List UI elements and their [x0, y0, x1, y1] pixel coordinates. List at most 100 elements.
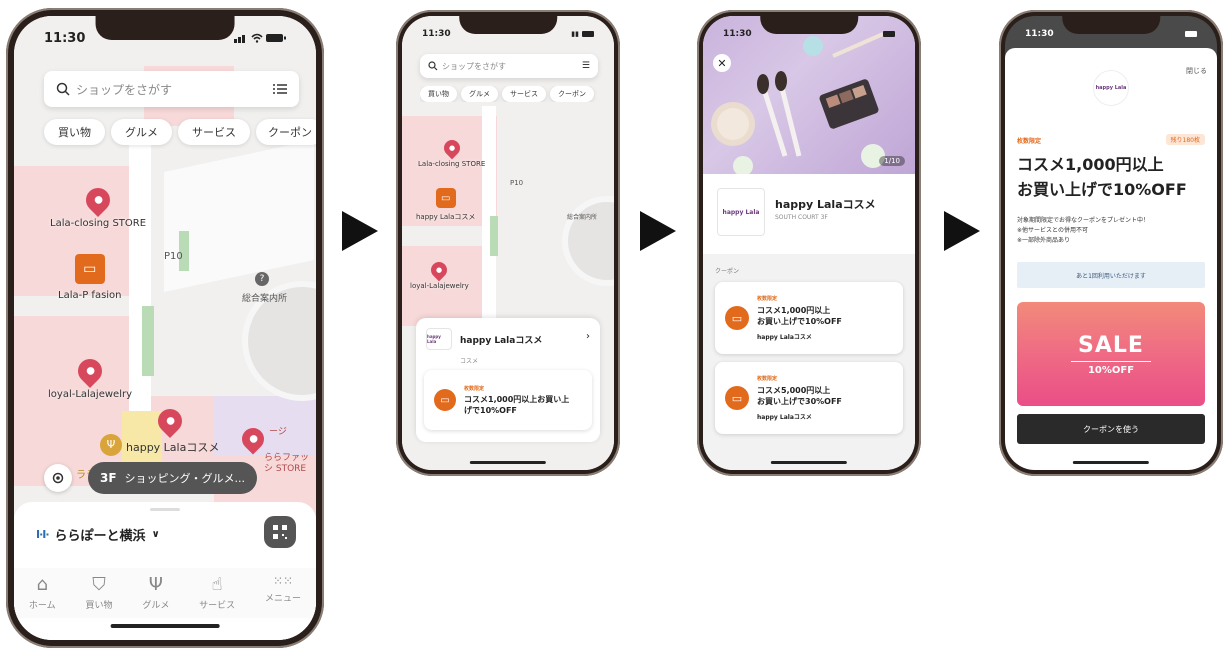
- pin-lala-closing[interactable]: ● Lala-closing STORE: [418, 136, 486, 168]
- home-indicator: [110, 624, 220, 628]
- search-icon: [428, 61, 438, 71]
- flow-arrow-2: [640, 211, 676, 251]
- coupon-card[interactable]: ▭ 枚数限定 コスメ1,000円以上お買い上げで10%OFF: [424, 370, 592, 430]
- pin-label-happy: happy Lalaコスメ: [126, 441, 220, 454]
- shop-search-bar[interactable]: ショップをさがす: [44, 71, 299, 107]
- coupon-tag: 枚数限定: [757, 296, 778, 302]
- chip-shopping[interactable]: 買い物: [420, 86, 457, 102]
- pin-label: loyal-Lalajewelry: [48, 389, 133, 400]
- shop-logo: happy Lala: [426, 328, 452, 350]
- pin-happy-lala[interactable]: ●: [153, 404, 187, 438]
- screen: 11:30 閉じる happy Lala 枚数限定 残り180枚 コスメ1,00…: [1005, 16, 1217, 470]
- status-time: 11:30: [422, 29, 451, 39]
- notch: [760, 16, 858, 34]
- phone-coupon-detail: 11:30 閉じる happy Lala 枚数限定 残り180枚 コスメ1,00…: [999, 10, 1223, 476]
- search-icon: [56, 82, 70, 96]
- tab-gourmet[interactable]: Ψ グルメ: [142, 574, 169, 618]
- shop-logo: happy Lala: [1093, 70, 1129, 106]
- tab-service[interactable]: ☝ サービス: [199, 574, 235, 618]
- map-label-info: 総合案内所: [567, 214, 598, 221]
- coupon-line1: コスメ5,000円以上: [757, 386, 831, 395]
- locate-button[interactable]: [44, 464, 72, 492]
- sale-title: SALE: [1078, 332, 1144, 358]
- pin-happy-lala[interactable]: ▭ happy Lalaコスメ: [416, 188, 475, 222]
- phone-shop-selected: 11:30 ▮▮ P10 総合案内所 ● Lala-closing STORE …: [396, 10, 620, 476]
- bottom-tab-bar: ⌂ ホーム ⛉ 買い物 Ψ グルメ ☝ サービス ⁙⁙ メニュー: [14, 568, 316, 618]
- pin-label: Lala-closing STORE: [418, 160, 486, 168]
- crosshair-icon: [52, 472, 64, 484]
- coupon-icon: ▭: [435, 188, 456, 208]
- phone-shop-detail: 11:30 ✕ 1/10 happy Lala happy Lalaコスメ SO…: [697, 10, 921, 476]
- use-coupon-button[interactable]: クーポンを使う: [1017, 414, 1205, 444]
- coupon-title-line2: お買い上げで10%OFF: [1017, 180, 1187, 199]
- pin-label: Lala-closing STORE: [50, 218, 147, 229]
- qr-code-icon: [273, 525, 287, 539]
- tab-menu[interactable]: ⁙⁙ メニュー: [265, 574, 301, 618]
- chip-service[interactable]: サービス: [502, 86, 546, 102]
- coupon-description: 対象期間限定でお得なクーポンをプレゼント中！ ※他サービスとの併用不可 ※一部除…: [1017, 217, 1150, 244]
- home-indicator: [770, 461, 848, 464]
- pin-label: loyal-Lalajewelry: [410, 282, 469, 290]
- close-button[interactable]: ✕: [713, 54, 731, 72]
- status-icons: [883, 31, 895, 37]
- coupon-line1: コスメ1,000円以上: [757, 306, 831, 315]
- shop-name: happy Lalaコスメ: [460, 335, 543, 346]
- floor-description: ショッピング・グルメ...: [124, 472, 246, 485]
- shop-name: happy Lalaコスメ: [775, 198, 876, 211]
- notch: [1062, 16, 1160, 34]
- sheet-handle[interactable]: [150, 508, 180, 511]
- pin-label-lala-fashion: ららファッシ STORE: [264, 453, 310, 474]
- chip-gourmet[interactable]: グルメ: [111, 119, 172, 145]
- fork-knife-icon: Ψ: [100, 434, 122, 456]
- coupon-shop: happy Lalaコスメ: [757, 414, 812, 421]
- chip-coupon[interactable]: クーポン: [256, 119, 316, 145]
- qr-button[interactable]: [264, 516, 296, 548]
- chip-gourmet[interactable]: グルメ: [461, 86, 498, 102]
- pin-lala-fashion[interactable]: ●: [237, 423, 269, 455]
- pin-loyal-jewelry[interactable]: ● loyal-Lalajewelry: [48, 354, 133, 400]
- status-time: 11:30: [723, 29, 752, 39]
- battery-icon: [1185, 31, 1197, 37]
- signal-icon: [234, 35, 245, 43]
- coupon-shop: happy Lalaコスメ: [757, 334, 812, 341]
- pin-lala-fasion[interactable]: ▭ Lala-P fasion: [58, 254, 122, 301]
- chip-service[interactable]: サービス: [178, 119, 250, 145]
- pin-loyal-jewelry[interactable]: ● loyal-Lalajewelry: [410, 258, 469, 290]
- coupon-title: コスメ1,000円以上 お買い上げで10%OFF: [1017, 152, 1187, 202]
- tab-label: グルメ: [142, 601, 170, 611]
- floor-selector[interactable]: 3F ショッピング・グルメ...: [88, 462, 258, 494]
- tab-shopping[interactable]: ⛉ 買い物: [85, 574, 112, 618]
- close-link[interactable]: 閉じる: [1186, 66, 1207, 76]
- sale-divider: [1071, 360, 1151, 362]
- bag-icon: ●: [436, 266, 443, 275]
- notch: [459, 16, 557, 34]
- flow-arrow-3: [944, 211, 980, 251]
- shop-preview-sheet[interactable]: happy Lala happy Lalaコスメ › コスメ ▭ 枚数限定 コス…: [416, 318, 600, 442]
- mall-selector[interactable]: I·I· ららぽーと横浜 ∨: [36, 525, 160, 544]
- grid-icon: ⁙⁙: [272, 574, 294, 588]
- coupon-card-2[interactable]: ▭ 枚数限定 コスメ5,000円以上 お買い上げで30%OFF happy La…: [715, 362, 903, 434]
- shop-search-bar[interactable]: ショップをさがす ☰: [420, 54, 598, 78]
- list-icon[interactable]: ☰: [582, 61, 590, 71]
- pin-label-service: ージ: [269, 427, 287, 437]
- status-time: 11:30: [1025, 29, 1054, 39]
- coupon-title-line1: コスメ1,000円以上: [1017, 155, 1164, 174]
- chip-shopping[interactable]: 買い物: [44, 119, 105, 145]
- chip-coupon[interactable]: クーポン: [550, 86, 594, 102]
- flow-arrow-1: [342, 211, 378, 251]
- pin-label: Lala-P fasion: [58, 290, 122, 301]
- pin-lala-closing[interactable]: ● Lala-closing STORE: [50, 183, 147, 229]
- chevron-right-icon[interactable]: ›: [586, 331, 590, 342]
- remaining-badge: 残り180枚: [1165, 134, 1205, 145]
- tab-home[interactable]: ⌂ ホーム: [29, 574, 56, 618]
- category-chips: 買い物 グルメ サービス クーポン: [44, 119, 316, 145]
- list-icon[interactable]: [273, 83, 287, 95]
- screen: 11:30 ✕ 1/10 happy Lala happy Lalaコスメ SO…: [703, 16, 915, 470]
- sale-image: SALE 10%OFF: [1017, 302, 1205, 406]
- bottom-panel: I·I· ららぽーと横浜 ∨ ⌂ ホーム ⛉ 買い物 Ψ グルメ ☝ サービス ⁙⁙ メニ…: [14, 502, 316, 640]
- coupon-card-1[interactable]: ▭ 枚数限定 コスメ1,000円以上 お買い上げで10%OFF happy La…: [715, 282, 903, 354]
- home-indicator: [469, 461, 547, 464]
- coupon-icon: ▭: [434, 389, 456, 411]
- home-icon: ⌂: [36, 574, 48, 595]
- coupon-tag: 枚数限定: [464, 385, 485, 392]
